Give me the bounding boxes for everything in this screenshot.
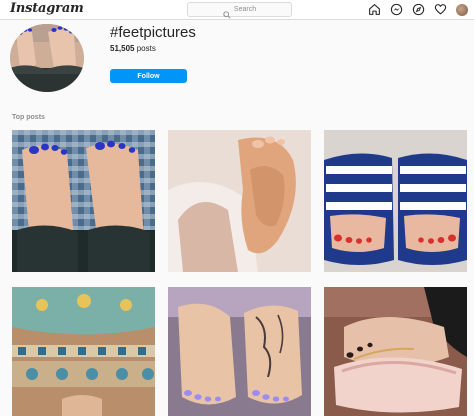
post-thumbnail-1[interactable] — [12, 130, 155, 272]
post-thumbnail-2[interactable] — [168, 130, 311, 272]
top-posts-label: Top posts — [12, 114, 45, 121]
heart-icon[interactable] — [434, 3, 447, 16]
profile-avatar[interactable] — [456, 3, 468, 16]
search-placeholder: Search — [233, 6, 257, 13]
search-input[interactable]: Search — [187, 2, 292, 19]
messenger-icon[interactable] — [390, 3, 403, 16]
explore-icon[interactable] — [412, 3, 425, 16]
instagram-logo[interactable]: Instagram — [10, 1, 84, 16]
post-count-label: posts — [136, 44, 156, 53]
post-thumbnail-4[interactable] — [12, 287, 155, 416]
post-count-number: 51,505 — [110, 44, 135, 53]
post-thumbnail-3[interactable] — [324, 130, 467, 272]
post-thumbnail-6[interactable] — [324, 287, 467, 416]
hashtag-profile-image — [10, 24, 84, 92]
page-title: #feetpictures — [110, 24, 196, 41]
nav-icons — [368, 3, 468, 16]
follow-button[interactable]: Follow — [110, 69, 187, 83]
post-count: 51,505 posts — [110, 44, 156, 53]
top-nav-bar: Instagram Search — [0, 0, 474, 20]
post-thumbnail-5[interactable] — [168, 287, 311, 416]
home-icon[interactable] — [368, 3, 381, 16]
search-icon — [223, 6, 231, 19]
